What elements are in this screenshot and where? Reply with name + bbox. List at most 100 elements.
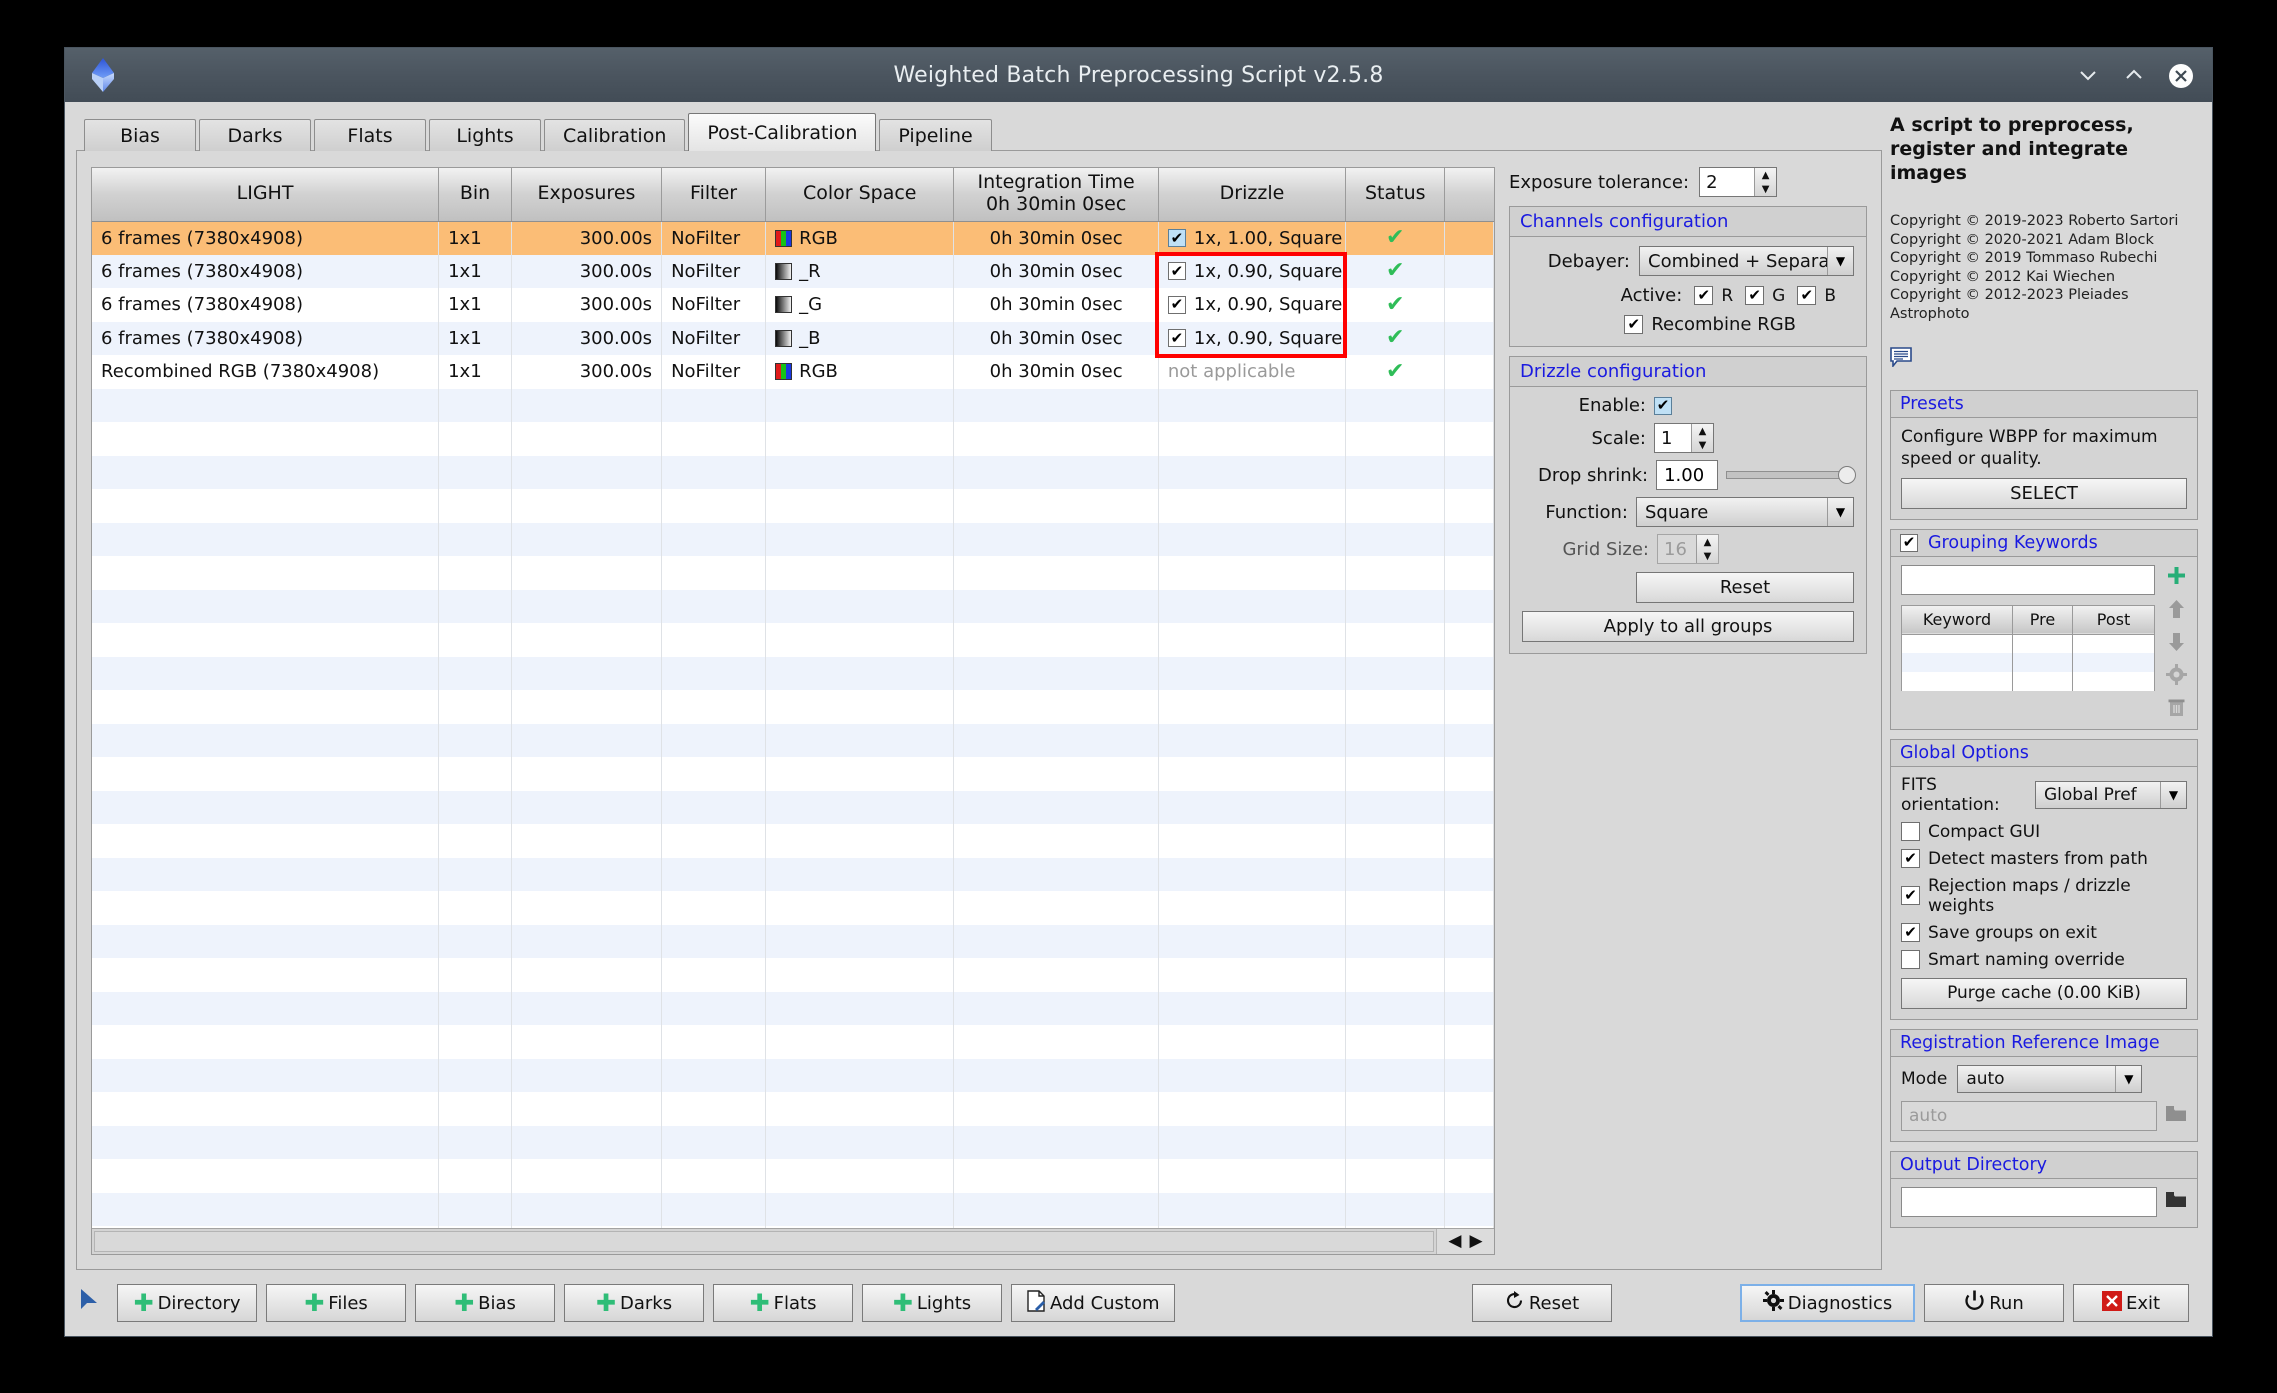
global-option-item[interactable]: Smart naming override xyxy=(1901,950,2187,970)
tab-darks[interactable]: Darks xyxy=(199,119,311,151)
drop-shrink-slider[interactable] xyxy=(1726,464,1856,486)
col-status[interactable]: Status xyxy=(1345,168,1446,222)
col-drizzle[interactable]: Drizzle xyxy=(1158,168,1347,222)
minimize-icon[interactable] xyxy=(2076,63,2100,87)
stepper-buttons[interactable]: ▲ ▼ xyxy=(1691,424,1713,452)
col-color-space[interactable]: Color Space xyxy=(765,168,955,222)
scroll-left-icon[interactable]: ◀ xyxy=(1448,1233,1461,1250)
add-icon[interactable] xyxy=(2165,565,2187,587)
col-integration-time[interactable]: Integration Time 0h 30min 0sec xyxy=(953,168,1159,222)
debayer-select[interactable]: Combined + Separat xyxy=(1639,246,1854,276)
tab-calibration[interactable]: Calibration xyxy=(544,119,686,151)
bottom-button-add-custom[interactable]: Add Custom xyxy=(1011,1284,1175,1322)
tab-flats[interactable]: Flats xyxy=(314,119,426,151)
checkbox-icon[interactable] xyxy=(1901,822,1920,842)
checkbox-icon[interactable] xyxy=(1901,849,1920,869)
checkbox-icon[interactable] xyxy=(1901,950,1920,970)
delete-trash-icon[interactable] xyxy=(2165,697,2187,719)
stepper-down-icon[interactable]: ▼ xyxy=(1755,182,1776,196)
exposure-tolerance-value[interactable]: 2 xyxy=(1700,168,1754,196)
bottom-button-reset[interactable]: Reset xyxy=(1472,1284,1612,1322)
bottom-button-directory[interactable]: ✚ Directory xyxy=(117,1284,257,1322)
col-filter[interactable]: Filter xyxy=(661,168,767,222)
drizzle-checkbox[interactable] xyxy=(1167,329,1186,348)
move-down-icon[interactable] xyxy=(2165,631,2187,653)
fits-orientation-select[interactable]: Global Pref xyxy=(2035,780,2187,809)
stepper-down-icon[interactable]: ▼ xyxy=(1692,438,1713,452)
bottom-button-diagnostics[interactable]: Diagnostics xyxy=(1740,1284,1915,1322)
tab-bias[interactable]: Bias xyxy=(84,119,196,151)
registration-path-input[interactable]: auto xyxy=(1901,1100,2157,1131)
drop-shrink-value[interactable]: 1.00 xyxy=(1656,460,1719,490)
table-row[interactable]: 6 frames (7380x4908) 1x1 300.00s NoFilter _G… xyxy=(92,288,1494,322)
grouping-keyword-input[interactable] xyxy=(1901,564,2155,595)
col-light[interactable]: LIGHT xyxy=(92,168,440,222)
checkbox-icon[interactable] xyxy=(1901,923,1920,943)
scrollbar-thumb[interactable] xyxy=(94,1231,1434,1252)
close-icon[interactable] xyxy=(2168,63,2193,88)
bottom-button-bias[interactable]: ✚ Bias xyxy=(415,1284,555,1322)
table-row[interactable] xyxy=(1901,672,2155,692)
stepper-up-icon[interactable]: ▲ xyxy=(1692,424,1713,438)
active-b-checkbox[interactable]: B xyxy=(1797,286,1836,306)
drizzle-checkbox[interactable] xyxy=(1167,262,1186,281)
drizzle-checkbox[interactable] xyxy=(1167,229,1186,247)
global-option-item[interactable]: Save groups on exit xyxy=(1901,923,2187,943)
purge-cache-button[interactable]: Purge cache (0.00 KiB) xyxy=(1901,977,2187,1009)
stepper-up-icon[interactable]: ▲ xyxy=(1755,168,1776,182)
maximize-icon[interactable] xyxy=(2122,63,2146,87)
bottom-button-exit[interactable]: Exit xyxy=(2073,1284,2189,1322)
col-bin[interactable]: Bin xyxy=(438,168,512,222)
table-row[interactable]: 6 frames (7380x4908) 1x1 300.00s NoFilter _B… xyxy=(92,321,1494,355)
checkbox-icon[interactable] xyxy=(1694,286,1714,305)
bottom-button-flats[interactable]: ✚ Flats xyxy=(713,1284,853,1322)
drizzle-scale-value[interactable]: 1 xyxy=(1655,424,1691,452)
output-path-input[interactable] xyxy=(1901,1186,2157,1217)
folder-browse-icon[interactable] xyxy=(2165,1191,2187,1213)
table-row[interactable]: Recombined RGB (7380x4908) 1x1 300.00s NoFi… xyxy=(92,355,1494,389)
presets-select-button[interactable]: SELECT xyxy=(1901,477,2187,509)
checkbox-icon[interactable] xyxy=(1745,286,1765,305)
global-option-item[interactable]: Compact GUI xyxy=(1901,822,2187,842)
settings-gear-icon[interactable] xyxy=(2165,664,2187,686)
drizzle-scale-stepper[interactable]: 1 ▲ ▼ xyxy=(1654,423,1714,453)
table-row[interactable] xyxy=(1901,653,2155,673)
checkbox-icon[interactable] xyxy=(1624,315,1644,334)
debayer-select-wrap[interactable]: Combined + Separat ▼ xyxy=(1639,246,1854,276)
groups-table-scroll[interactable]: LIGHT Bin Exposures Filter Color Space I… xyxy=(92,168,1494,1228)
documentation-balloon-icon[interactable] xyxy=(1890,346,2198,371)
drizzle-enable-checkbox[interactable] xyxy=(1654,396,1672,415)
drizzle-function-select-wrap[interactable]: Square ▼ xyxy=(1636,497,1854,527)
registration-mode-select[interactable]: auto xyxy=(1957,1064,2143,1093)
bottom-button-darks[interactable]: ✚ Darks xyxy=(564,1284,704,1322)
drizzle-function-select[interactable]: Square xyxy=(1636,497,1854,527)
grouping-keywords-checkbox[interactable] xyxy=(1900,533,1918,552)
global-option-item[interactable]: Detect masters from path xyxy=(1901,849,2187,869)
table-row[interactable] xyxy=(1901,634,2155,654)
tab-post-calibration[interactable]: Post-Calibration xyxy=(688,113,877,151)
stepper-buttons[interactable]: ▲ ▼ xyxy=(1754,168,1777,196)
exposure-tolerance-stepper[interactable]: 2 ▲ ▼ xyxy=(1699,167,1778,197)
move-up-icon[interactable] xyxy=(2165,598,2187,620)
global-option-item[interactable]: Rejection maps / drizzle weights xyxy=(1901,876,2187,916)
scrollbar-arrows[interactable]: ◀ ▶ xyxy=(1436,1229,1494,1254)
active-r-checkbox[interactable]: R xyxy=(1694,286,1733,306)
checkbox-icon[interactable] xyxy=(1797,286,1817,305)
folder-browse-icon[interactable] xyxy=(2165,1105,2187,1127)
tab-lights[interactable]: Lights xyxy=(429,119,541,151)
apply-to-all-groups-button[interactable]: Apply to all groups xyxy=(1522,611,1854,642)
slider-handle[interactable] xyxy=(1838,466,1856,484)
table-row[interactable]: 6 frames (7380x4908) 1x1 300.00s NoFilter _R… xyxy=(92,254,1494,288)
checkbox-icon[interactable] xyxy=(1901,886,1920,906)
active-g-checkbox[interactable]: G xyxy=(1745,286,1785,306)
scroll-right-icon[interactable]: ▶ xyxy=(1470,1233,1483,1250)
col-exposures[interactable]: Exposures xyxy=(511,168,663,222)
bottom-button-lights[interactable]: ✚ Lights xyxy=(862,1284,1002,1322)
fits-orientation-select-wrap[interactable]: Global Pref ▼ xyxy=(2035,780,2187,809)
bottom-button-run[interactable]: Run xyxy=(1924,1284,2064,1322)
registration-mode-select-wrap[interactable]: auto ▼ xyxy=(1957,1064,2143,1093)
table-row[interactable]: 6 frames (7380x4908) 1x1 300.00s NoFilter RG… xyxy=(92,221,1494,255)
horizontal-scrollbar[interactable]: ◀ ▶ xyxy=(92,1228,1494,1254)
bottom-button-files[interactable]: ✚ Files xyxy=(266,1284,406,1322)
drizzle-checkbox[interactable] xyxy=(1167,295,1186,314)
